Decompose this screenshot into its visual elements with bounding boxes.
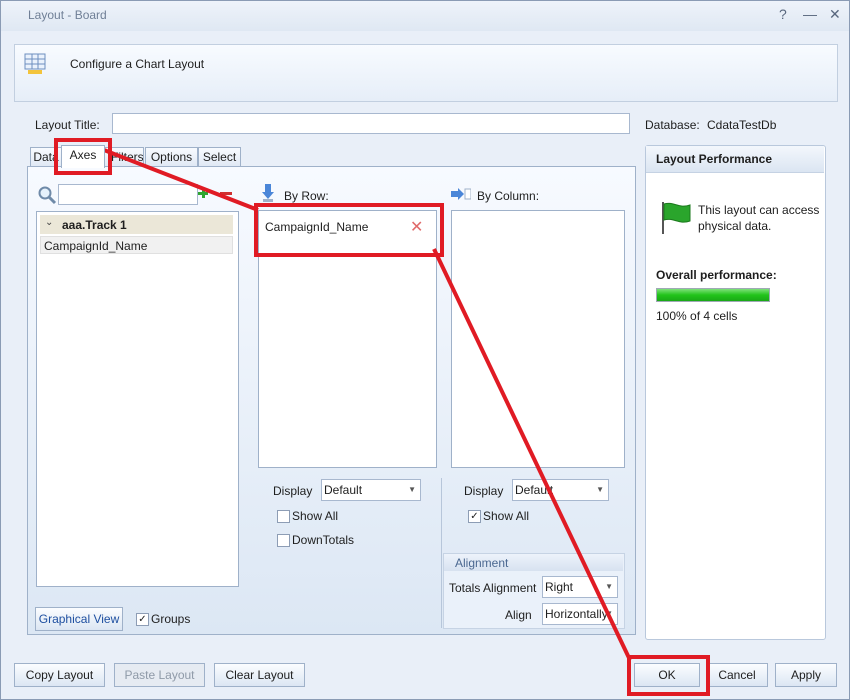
tab-axes[interactable]: Axes [61,145,105,168]
annotation-line-field-to-ok [432,248,632,661]
annotation-arrows [103,148,632,661]
annotation-line-tab-to-field [103,148,259,212]
